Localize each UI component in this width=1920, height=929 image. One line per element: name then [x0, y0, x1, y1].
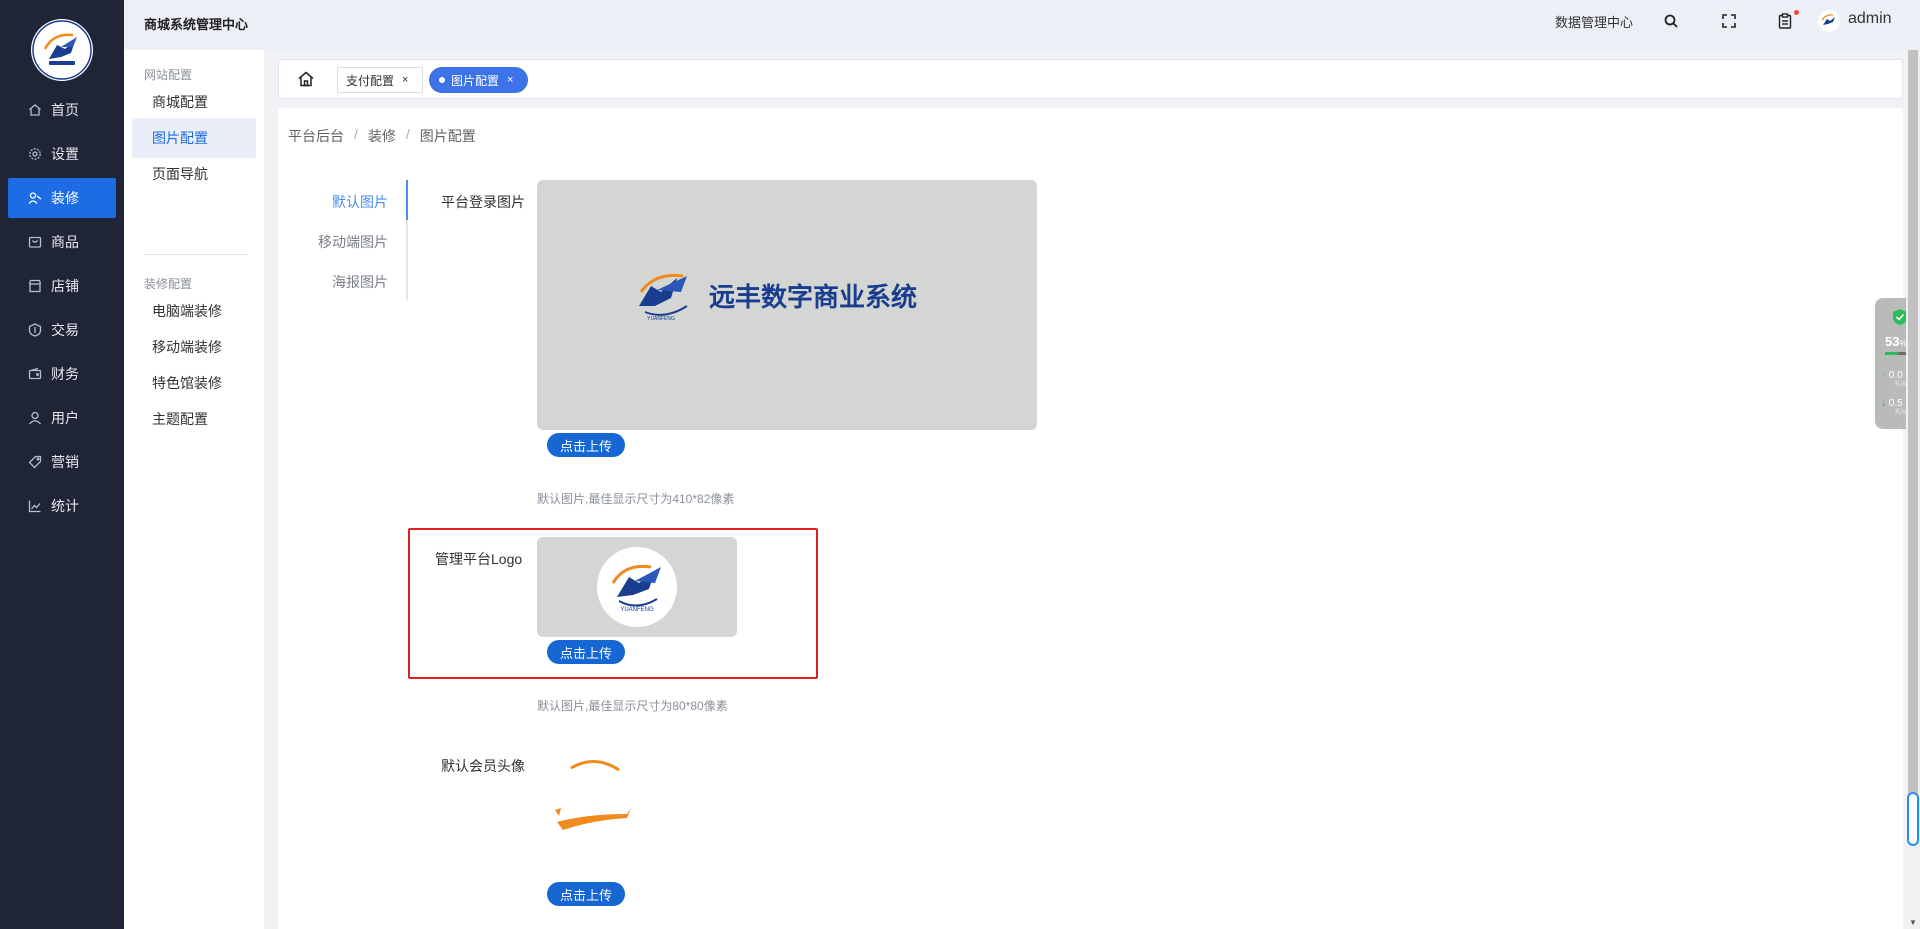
user-icon	[28, 411, 42, 425]
sidebar-item[interactable]: 统计	[8, 486, 116, 526]
tab-label: 支付配置	[346, 73, 395, 88]
top-header: 商城系统管理中心 数据管理中心 admin	[124, 0, 1920, 50]
breadcrumb-item[interactable]: 平台后台	[288, 126, 344, 146]
submenu-item-pc-decorate[interactable]: 电脑端装修	[132, 291, 256, 331]
sidebar-item[interactable]: 装修	[8, 178, 116, 218]
svg-text:YUANFENG: YUANFENG	[647, 316, 675, 322]
sidebar-item-label: 营销	[51, 454, 79, 470]
breadcrumb: 平台后台 / 装修 / 图片配置	[288, 126, 476, 146]
sidebar-item-label: 商品	[51, 234, 79, 250]
notification-dot	[1794, 10, 1799, 15]
login-image-hint: 默认图片,最佳显示尺寸为410*82像素	[537, 492, 735, 506]
sidebar-item[interactable]: 营销	[8, 442, 116, 482]
breadcrumb-item: 图片配置	[419, 128, 476, 144]
sidebar-item-label: 首页	[51, 102, 79, 118]
tab-strip: 支付配置 × 图片配置 ×	[278, 59, 1903, 99]
decorate-icon	[28, 191, 42, 205]
svg-text:YUANFENG: YUANFENG	[620, 607, 654, 613]
login-image-preview: YUANFENG 远丰数字商业系统	[537, 180, 1037, 430]
submenu-group-title: 网站配置	[144, 68, 193, 82]
breadcrumb-item[interactable]: 装修	[368, 126, 396, 146]
tab-default-images[interactable]: 默认图片	[332, 192, 388, 212]
home-icon	[28, 103, 42, 117]
clipboard-icon[interactable]	[1776, 12, 1794, 30]
default-avatar-preview	[537, 748, 667, 848]
sidebar-item-label: 财务	[51, 366, 79, 382]
data-center-link[interactable]: 数据管理中心	[1555, 12, 1633, 31]
sidebar-item[interactable]: 设置	[8, 134, 116, 174]
app-title: 商城系统管理中心	[144, 17, 249, 32]
tag-icon	[28, 455, 42, 469]
tab-poster-images[interactable]: 海报图片	[332, 272, 388, 292]
submenu-item-mobile-decorate[interactable]: 移动端装修	[132, 327, 256, 367]
active-dot	[439, 77, 445, 83]
chart-icon	[28, 499, 42, 513]
sidebar-item-label: 用户	[51, 410, 79, 426]
breadcrumb-separator: /	[354, 126, 358, 142]
fullscreen-icon[interactable]	[1720, 12, 1738, 30]
user-name[interactable]: admin	[1848, 10, 1892, 28]
active-tab-indicator	[406, 180, 408, 220]
tab-image-config[interactable]: 图片配置 ×	[429, 67, 528, 93]
brand-text: 远丰数字商业系统	[709, 282, 917, 313]
breadcrumb-separator: /	[405, 126, 410, 142]
tab-payment-config[interactable]: 支付配置 ×	[337, 67, 423, 93]
sidebar-item-label: 店铺	[51, 278, 79, 294]
arrow-down-icon: ↓	[1881, 398, 1886, 409]
sidebar-item-label: 设置	[51, 146, 79, 162]
avatar[interactable]	[1818, 10, 1840, 32]
scroll-down-icon[interactable]: ▼	[1909, 918, 1917, 927]
sidebar-item[interactable]: 店铺	[8, 266, 116, 306]
field-label: 平台登录图片	[441, 194, 525, 210]
sidebar-item-label: 装修	[51, 190, 79, 206]
logo-hint: 默认图片,最佳显示尺寸为80*80像素	[537, 699, 728, 713]
brand-logo[interactable]	[31, 19, 93, 81]
tab-mobile-images[interactable]: 移动端图片	[318, 232, 388, 252]
memory-percent: 53%	[1885, 334, 1907, 349]
search-icon[interactable]	[1662, 12, 1680, 30]
arrow-up-icon: ↑	[1881, 370, 1886, 381]
upload-login-image-button[interactable]: 点击上传	[547, 433, 625, 457]
sidebar-item-label: 交易	[51, 322, 79, 338]
goods-icon	[28, 235, 42, 249]
close-icon[interactable]: ×	[402, 74, 408, 86]
sidebar-item[interactable]: 交易	[8, 310, 116, 350]
sidebar-item-label: 统计	[51, 498, 79, 514]
field-label: 默认会员头像	[441, 758, 525, 774]
shop-icon	[28, 279, 42, 293]
image-type-tabs: 默认图片 移动端图片 海报图片	[308, 180, 408, 300]
main-content: 平台后台 / 装修 / 图片配置 默认图片 移动端图片 海报图片 平台登录图片 …	[278, 108, 1903, 929]
page-scrollbar[interactable]: ▼	[1906, 50, 1920, 929]
field-label: 管理平台Logo	[435, 551, 523, 567]
upload-logo-button[interactable]: 点击上传	[547, 640, 625, 664]
trade-icon	[28, 323, 42, 337]
scrollbar-track[interactable]	[1908, 50, 1918, 810]
scrollbar-thumb[interactable]	[1907, 792, 1919, 846]
home-icon[interactable]	[297, 70, 315, 88]
upload-avatar-button[interactable]: 点击上传	[547, 882, 625, 906]
submenu-item-image-config[interactable]: 图片配置	[132, 118, 256, 158]
logo-preview: YUANFENG	[537, 537, 737, 637]
wallet-icon	[28, 367, 42, 381]
submenu-item-page-nav[interactable]: 页面导航	[132, 154, 256, 194]
submenu-group-title: 装修配置	[144, 277, 193, 291]
sidebar-item[interactable]: 财务	[8, 354, 116, 394]
submenu-item-shop-config[interactable]: 商城配置	[132, 82, 256, 122]
close-icon[interactable]: ×	[507, 74, 513, 86]
submenu-item-theme-config[interactable]: 主题配置	[132, 399, 256, 439]
sidebar-item[interactable]: 商品	[8, 222, 116, 262]
submenu-divider	[144, 254, 248, 255]
gear-icon	[28, 147, 42, 161]
sidebar-item[interactable]: 用户	[8, 398, 116, 438]
main-sidebar: 首页设置装修商品店铺交易财务用户营销统计	[0, 0, 124, 929]
submenu-item-feature-decorate[interactable]: 特色馆装修	[132, 363, 256, 403]
sub-menu: 网站配置 商城配置 图片配置 页面导航 装修配置 电脑端装修 移动端装修 特色馆…	[124, 50, 264, 929]
tab-label: 图片配置	[451, 73, 500, 88]
sidebar-item[interactable]: 首页	[8, 90, 116, 130]
